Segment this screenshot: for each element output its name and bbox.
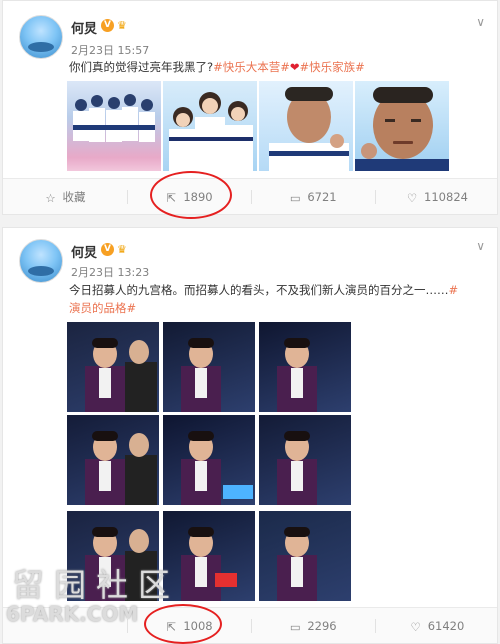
- post-text-plain: 你们真的觉得过亮年我黑了?: [69, 60, 214, 74]
- post-image[interactable]: [259, 511, 351, 601]
- thumbs-up-icon: ♡: [406, 191, 418, 205]
- comment-icon: ▭: [289, 191, 301, 205]
- face-photo: [355, 87, 449, 171]
- comment-count: 2296: [307, 619, 337, 633]
- post-image[interactable]: [67, 81, 161, 171]
- comment-count: 6721: [307, 190, 337, 204]
- person-photo: [277, 527, 317, 601]
- action-bar: ☆ 收藏 ⇱ 1890 ▭ 6721 ♡ 110824: [3, 178, 497, 214]
- post-text: 你们真的觉得过亮年我黑了?#快乐大本营#❤#快乐家族#: [69, 58, 365, 76]
- post-image[interactable]: [163, 322, 255, 412]
- person-photo: [181, 338, 221, 412]
- verified-icon: V: [101, 243, 114, 256]
- favorite-label: 收藏: [62, 190, 86, 204]
- chevron-down-icon[interactable]: ∨: [476, 239, 485, 253]
- post-time[interactable]: 2月23日 15:57: [71, 42, 149, 58]
- post-time[interactable]: 2月23日 13:23: [71, 264, 149, 280]
- highlight-circle: [150, 171, 232, 219]
- post-image[interactable]: [163, 415, 255, 505]
- post-text: 今日招募人的九宫格。而招募人的看头，不及我们新人演员的百分之一……#演员的品格#: [69, 281, 469, 317]
- post-image[interactable]: [259, 415, 351, 505]
- comment-button[interactable]: ▭ 2296: [251, 608, 375, 644]
- comment-button[interactable]: ▭ 6721: [251, 179, 375, 215]
- like-button[interactable]: ♡ 61420: [375, 608, 499, 644]
- person-photo: [277, 431, 317, 505]
- author-avatar[interactable]: [19, 15, 63, 59]
- watermark-en: 6PARK.COM: [6, 602, 139, 626]
- thumbs-up-icon: ♡: [410, 620, 421, 634]
- highlight-circle: [144, 604, 222, 644]
- face-photo: [269, 87, 349, 171]
- favorite-button[interactable]: ☆ 收藏: [3, 179, 127, 215]
- like-count: 61420: [427, 619, 465, 633]
- person-photo: [277, 338, 317, 412]
- post-image[interactable]: [67, 415, 159, 505]
- author-name[interactable]: 何炅: [71, 242, 97, 261]
- group-photo: [73, 94, 155, 142]
- star-icon: ☆: [45, 191, 56, 205]
- hashtag-link[interactable]: #快乐大本营#: [213, 60, 290, 74]
- weibo-post-1: 何炅 V ♛ 2月23日 15:57 ∨ 你们真的觉得过亮年我黑了?#快乐大本营…: [2, 0, 498, 215]
- group-photo: [169, 92, 253, 171]
- crown-icon: ♛: [117, 19, 127, 32]
- chevron-down-icon[interactable]: ∨: [476, 15, 485, 29]
- post-image[interactable]: [259, 322, 351, 412]
- person-photo: [85, 338, 157, 412]
- post-image[interactable]: [67, 322, 159, 412]
- author-name[interactable]: 何炅: [71, 18, 97, 37]
- post-image[interactable]: [259, 81, 353, 171]
- like-button[interactable]: ♡ 110824: [375, 179, 499, 215]
- crown-icon: ♛: [117, 243, 127, 256]
- post-image[interactable]: [163, 81, 257, 171]
- person-photo: [85, 431, 157, 505]
- verified-icon: V: [101, 19, 114, 32]
- heart-emoji: ❤: [289, 60, 300, 74]
- post-image[interactable]: [355, 81, 449, 171]
- person-photo: [181, 431, 253, 505]
- hashtag-link[interactable]: #快乐家族#: [300, 60, 365, 74]
- post-text-plain: 今日招募人的九宫格。而招募人的看头，不及我们新人演员的百分之一……: [69, 283, 449, 297]
- watermark-cn: 留园社区: [12, 566, 181, 604]
- comment-icon: ▭: [289, 620, 301, 634]
- like-count: 110824: [424, 190, 468, 204]
- author-avatar[interactable]: [19, 239, 63, 283]
